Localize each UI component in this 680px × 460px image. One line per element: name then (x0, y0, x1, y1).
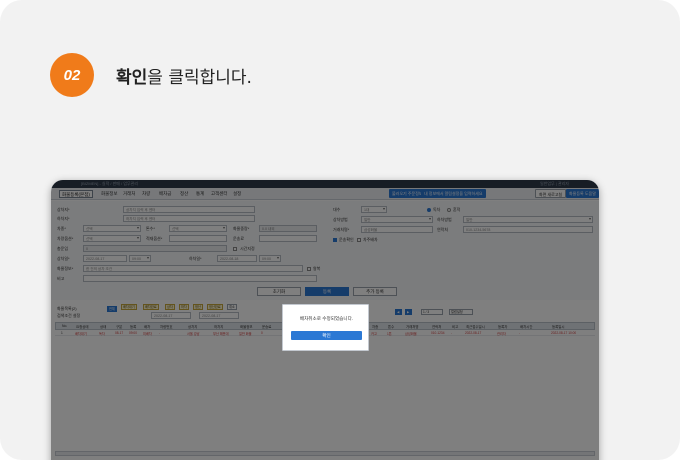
step-number-badge: 02 (50, 53, 94, 97)
step-instruction-rest: 을 클릭합니다. (147, 68, 252, 88)
step-instruction: 확인을 클릭합니다. (116, 63, 252, 88)
ok-button[interactable]: 확인 (291, 331, 362, 340)
step-keyword: 확인 (116, 68, 148, 88)
app-screenshot: [BIZMEN] - 실적 / 판매 / 업무관리 일반업무 | 관리자 화물등… (51, 180, 599, 460)
tutorial-card: 02 확인을 클릭합니다. [BIZMEN] - 실적 / 판매 / 업무관리 … (0, 0, 680, 460)
confirm-dialog: 배차취소로 수정되었습니다. 확인 (282, 304, 369, 351)
dialog-message: 배차취소로 수정되었습니다. (299, 316, 354, 321)
